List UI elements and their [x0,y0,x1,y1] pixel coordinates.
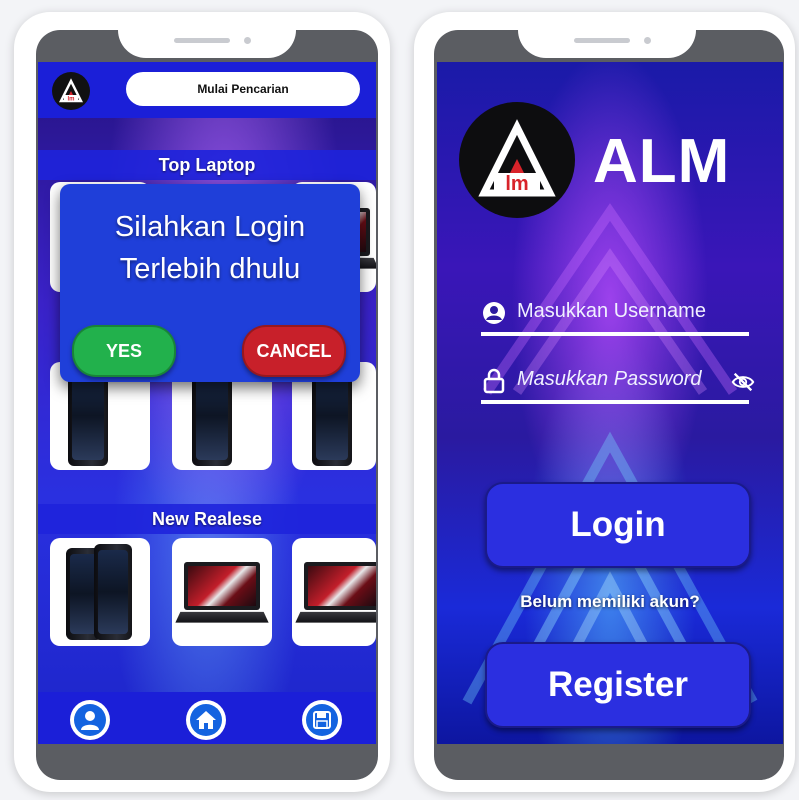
left-phone-notch [118,30,296,58]
product-card[interactable] [172,538,272,646]
top-bar: lm Mulai Pencarian [38,62,376,118]
smartphone-image [94,544,132,640]
username-field[interactable]: Masukkan Username [481,296,749,336]
lock-icon [483,368,505,394]
nav-profile-button[interactable] [70,700,110,740]
svg-text:lm: lm [67,97,74,103]
alm-logo-icon: lm [58,78,84,103]
front-camera [644,37,651,44]
nav-home-button[interactable] [186,700,226,740]
login-button[interactable]: Login [485,482,751,568]
product-card[interactable] [50,538,150,646]
section-title-new-release: New Realese [38,504,376,534]
user-icon [483,302,505,324]
left-screen: lm Mulai Pencarian Top Laptop New Reales… [38,62,376,744]
cancel-button[interactable]: CANCEL [242,325,346,377]
brand-title: ALM [593,127,731,196]
nav-save-button[interactable] [302,700,342,740]
password-field[interactable]: Masukkan Password [481,364,755,404]
login-required-dialog: Silahkan Login Terlebih dhulu YES CANCEL [60,184,360,382]
search-bar[interactable]: Mulai Pencarian [126,72,360,106]
dialog-message-line-1: Silahkan Login [114,211,306,243]
home-icon [196,711,216,729]
speaker-grille [174,38,230,43]
save-icon [313,711,331,729]
front-camera [244,37,251,44]
dialog-message: Silahkan Login Terlebih dhulu [60,206,360,290]
product-card[interactable] [292,538,376,646]
speaker-grille [574,38,630,43]
right-phone-notch [518,30,696,58]
section-title-top-laptop: Top Laptop [38,150,376,180]
signup-question: Belum memiliki akun? [520,592,700,611]
alm-logo: lm [459,102,575,218]
username-placeholder: Masukkan Username [517,300,706,322]
yes-button[interactable]: YES [72,325,176,377]
user-icon [81,711,99,730]
password-placeholder: Masukkan Password [517,368,702,390]
bottom-nav [38,692,376,744]
alm-logo[interactable]: lm [52,72,90,110]
dialog-message-line-2: Terlebih dhulu [119,253,301,285]
right-screen: lm ALM Masukkan Username Masukkan Passwo… [437,62,783,744]
eye-off-icon[interactable] [731,370,755,394]
svg-text:lm: lm [505,173,528,195]
register-button[interactable]: Register [485,642,751,728]
alm-logo-icon: lm [478,119,556,197]
